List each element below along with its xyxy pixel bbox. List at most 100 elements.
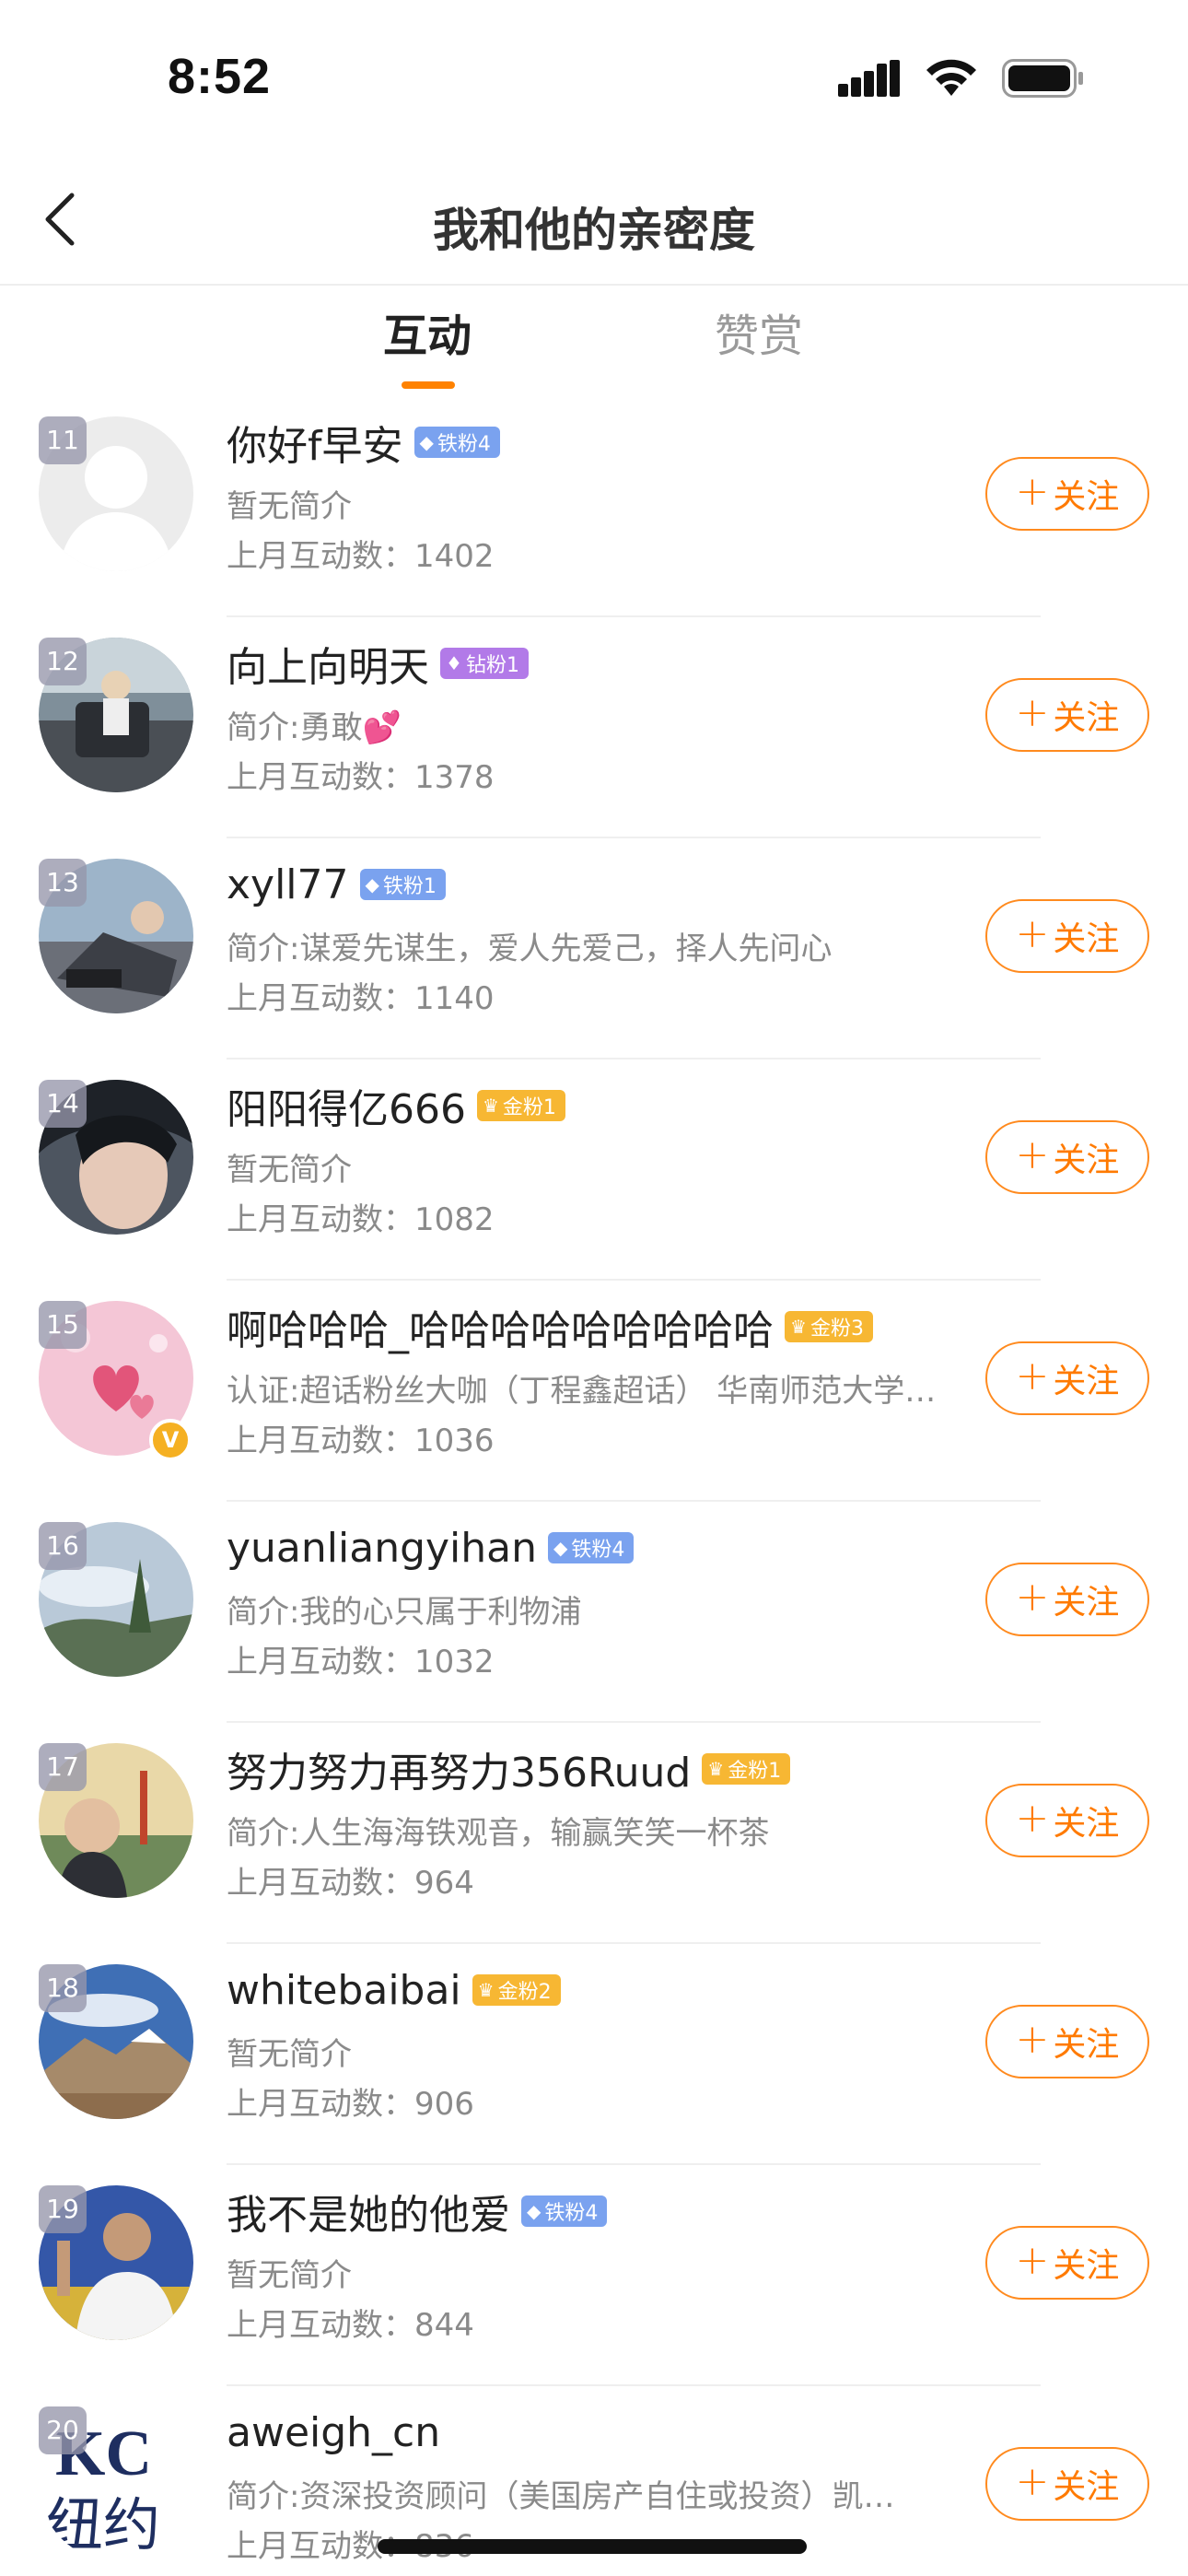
follow-label: 关注 bbox=[1053, 2026, 1120, 2064]
follow-label: 关注 bbox=[1053, 1363, 1120, 1400]
fan-badge-icon: ♛ bbox=[707, 1758, 725, 1780]
fan-badge-label: 金粉1 bbox=[502, 1096, 556, 1119]
list-item[interactable]: 14 阳阳得亿666 ♛ 金粉1 暂无简介 上月互动数：1082 + 关注 bbox=[0, 1060, 1188, 1281]
fan-level-badge: ◆ 铁粉1 bbox=[359, 869, 446, 900]
follow-button[interactable]: + 关注 bbox=[985, 1784, 1149, 1857]
rank-badge: 14 bbox=[39, 1080, 87, 1128]
follow-label: 关注 bbox=[1053, 1805, 1120, 1843]
user-name[interactable]: yuanliangyihan bbox=[227, 1525, 537, 1572]
fan-badge-label: 铁粉4 bbox=[571, 1539, 625, 1562]
follow-button[interactable]: + 关注 bbox=[985, 1341, 1149, 1415]
tab-interaction[interactable]: 互动 bbox=[383, 304, 472, 369]
follow-label: 关注 bbox=[1053, 2468, 1120, 2506]
name-line: 向上向明天 ♦ 钻粉1 bbox=[227, 634, 529, 693]
fan-level-badge: ◆ 铁粉4 bbox=[548, 1532, 635, 1563]
intimacy-list: 11 你好f早安 ◆ 铁粉4 暂无简介 上月互动数：1402 + 关注 12 向上… bbox=[0, 396, 1188, 2576]
user-name[interactable]: 啊哈哈哈_哈哈哈哈哈哈哈哈哈 bbox=[227, 1297, 774, 1356]
follow-button[interactable]: + 关注 bbox=[985, 1563, 1149, 1636]
fan-badge-label: 铁粉4 bbox=[544, 2202, 599, 2225]
follow-label: 关注 bbox=[1053, 699, 1120, 737]
fan-badge-label: 铁粉4 bbox=[437, 433, 491, 456]
fan-badge-icon: ◆ bbox=[365, 873, 379, 896]
interaction-count: 上月互动数：1032 bbox=[227, 1644, 495, 1680]
fan-badge-label: 钻粉1 bbox=[465, 654, 519, 677]
list-item[interactable]: 12 向上向明天 ♦ 钻粉1 简介:勇敢💕 上月互动数：1378 + 关注 bbox=[0, 617, 1188, 838]
interaction-count: 上月互动数：844 bbox=[227, 2307, 474, 2344]
plus-icon: + bbox=[1015, 1352, 1050, 1399]
follow-button[interactable]: + 关注 bbox=[985, 2005, 1149, 2078]
follow-button[interactable]: + 关注 bbox=[985, 457, 1149, 531]
list-item[interactable]: 11 你好f早安 ◆ 铁粉4 暂无简介 上月互动数：1402 + 关注 bbox=[0, 396, 1188, 617]
user-name[interactable]: aweigh_cn bbox=[227, 2409, 440, 2456]
follow-button[interactable]: + 关注 bbox=[985, 2447, 1149, 2521]
list-item[interactable]: 19 我不是她的他爱 ◆ 铁粉4 暂无简介 上月互动数：844 + 关注 bbox=[0, 2165, 1188, 2386]
rank-badge: 11 bbox=[39, 416, 87, 464]
verified-icon: V bbox=[149, 1419, 192, 1461]
rank-badge: 16 bbox=[39, 1522, 87, 1570]
user-bio: 简介:谋爱先谋生，爱人先爱己，择人先问心 bbox=[227, 931, 833, 967]
fan-badge-icon: ♛ bbox=[477, 1979, 495, 2001]
user-name[interactable]: whitebaibai bbox=[227, 1967, 461, 2014]
follow-button[interactable]: + 关注 bbox=[985, 1120, 1149, 1194]
rank-badge: 19 bbox=[39, 2185, 87, 2233]
user-bio: 暂无简介 bbox=[227, 488, 352, 525]
interaction-count: 上月互动数：1082 bbox=[227, 1201, 495, 1238]
name-line: 阳阳得亿666 ♛ 金粉1 bbox=[227, 1076, 565, 1135]
user-name[interactable]: xyll77 bbox=[227, 861, 349, 908]
rank-badge: 13 bbox=[39, 859, 87, 907]
tab-appreciation[interactable]: 赞赏 bbox=[715, 304, 803, 369]
user-name[interactable]: 向上向明天 bbox=[227, 634, 429, 693]
fan-level-badge: ◆ 铁粉4 bbox=[413, 427, 500, 458]
list-item[interactable]: 17 努力努力再努力356Ruud ♛ 金粉1 简介:人生海海铁观音，输赢笑笑一杯… bbox=[0, 1723, 1188, 1944]
battery-icon bbox=[1002, 59, 1085, 101]
fan-level-badge: ♛ 金粉1 bbox=[702, 1753, 791, 1785]
name-line: yuanliangyihan ◆ 铁粉4 bbox=[227, 1518, 635, 1577]
plus-icon: + bbox=[1015, 1795, 1050, 1842]
plus-icon: + bbox=[1015, 1574, 1050, 1621]
plus-icon: + bbox=[1015, 1131, 1050, 1178]
user-name[interactable]: 我不是她的他爱 bbox=[227, 2182, 510, 2241]
user-bio: 暂无简介 bbox=[227, 2036, 352, 2073]
list-item[interactable]: 16 yuanliangyihan ◆ 铁粉4 简介:我的心只属于利物浦 上月互动… bbox=[0, 1502, 1188, 1723]
rank-badge: 12 bbox=[39, 638, 87, 685]
interaction-count: 上月互动数：1140 bbox=[227, 980, 495, 1017]
user-name[interactable]: 你好f早安 bbox=[227, 413, 403, 472]
plus-icon: + bbox=[1015, 689, 1050, 736]
follow-label: 关注 bbox=[1053, 2247, 1120, 2285]
interaction-count: 上月互动数：1036 bbox=[227, 1423, 495, 1459]
fan-badge-label: 金粉2 bbox=[497, 1981, 552, 2004]
list-item[interactable]: 13 xyll77 ◆ 铁粉1 简介:谋爱先谋生，爱人先爱己，择人先问心 上月互动… bbox=[0, 838, 1188, 1060]
rank-badge: 17 bbox=[39, 1743, 87, 1791]
user-bio: 暂无简介 bbox=[227, 1152, 352, 1188]
home-indicator bbox=[378, 2539, 807, 2554]
name-line: 我不是她的他爱 ◆ 铁粉4 bbox=[227, 2182, 608, 2241]
app-screen: 8:52 我和他的亲密度 互动 赞赏 11 你好f早安 ◆ 铁粉4 暂无简介 上… bbox=[0, 0, 1188, 2576]
fan-level-badge: ♦ 钻粉1 bbox=[440, 648, 529, 679]
fan-level-badge: ♛ 金粉1 bbox=[476, 1090, 565, 1121]
follow-button[interactable]: + 关注 bbox=[985, 2226, 1149, 2300]
wifi-icon bbox=[925, 59, 978, 101]
fan-badge-icon: ♦ bbox=[446, 652, 462, 674]
cellular-signal-icon bbox=[838, 60, 901, 100]
fan-badge-icon: ◆ bbox=[553, 1537, 568, 1559]
tab-active-indicator bbox=[402, 381, 455, 389]
plus-icon: + bbox=[1015, 2458, 1050, 2505]
user-name[interactable]: 努力努力再努力356Ruud bbox=[227, 1739, 691, 1798]
follow-button[interactable]: + 关注 bbox=[985, 678, 1149, 752]
svg-text:纽约: 纽约 bbox=[46, 2491, 160, 2558]
follow-button[interactable]: + 关注 bbox=[985, 899, 1149, 973]
plus-icon: + bbox=[1015, 468, 1050, 515]
fan-badge-icon: ◆ bbox=[527, 2200, 542, 2222]
list-item[interactable]: 18 whitebaibai ♛ 金粉2 暂无简介 上月互动数：906 + 关注 bbox=[0, 1944, 1188, 2165]
follow-label: 关注 bbox=[1053, 1584, 1120, 1622]
user-name[interactable]: 阳阳得亿666 bbox=[227, 1076, 466, 1135]
page-title: 我和他的亲密度 bbox=[433, 204, 755, 257]
nav-bar: 我和他的亲密度 bbox=[0, 157, 1188, 286]
name-line: whitebaibai ♛ 金粉2 bbox=[227, 1961, 561, 2020]
fan-badge-label: 金粉3 bbox=[809, 1317, 864, 1341]
rank-badge: 15 bbox=[39, 1301, 87, 1349]
status-time: 8:52 bbox=[168, 49, 272, 104]
name-line: 啊哈哈哈_哈哈哈哈哈哈哈哈哈 ♛ 金粉3 bbox=[227, 1297, 873, 1356]
name-line: 你好f早安 ◆ 铁粉4 bbox=[227, 413, 500, 472]
list-item[interactable]: 15 V 啊哈哈哈_哈哈哈哈哈哈哈哈哈 ♛ 金粉3 认证:超话粉丝大咖（丁程鑫超话… bbox=[0, 1281, 1188, 1502]
